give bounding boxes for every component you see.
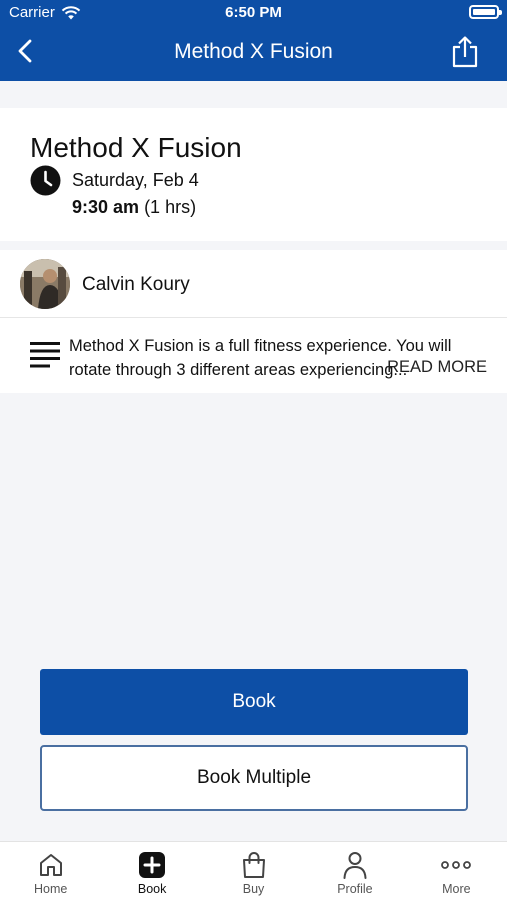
class-title: Method X Fusion <box>30 132 242 163</box>
tab-book-label: Book <box>137 882 167 896</box>
instructor-avatar <box>20 259 70 309</box>
page-title: Method X Fusion <box>174 40 333 63</box>
share-icon <box>452 36 478 68</box>
description-icon <box>30 342 60 368</box>
book-button[interactable]: Book <box>40 669 468 735</box>
read-more-link[interactable]: READ MORE <box>387 358 487 377</box>
tab-home-label: Home <box>34 882 68 896</box>
tab-profile-label: Profile <box>337 882 373 896</box>
person-icon <box>343 852 367 879</box>
tab-more[interactable]: More <box>406 842 507 900</box>
tab-buy-label: Buy <box>242 882 265 896</box>
tab-more-label: More <box>442 882 471 896</box>
class-detail-card: Calvin Koury Method X Fusion is a full f… <box>0 250 507 393</box>
navigation-bar: Method X Fusion <box>0 24 507 81</box>
status-bar: Carrier 6:50 PM <box>0 0 507 24</box>
plus-square-icon <box>139 852 166 878</box>
tab-profile[interactable]: Profile <box>304 842 405 900</box>
class-time: 9:30 am <box>72 197 140 217</box>
class-header-card: Method X Fusion Saturday, Feb 4 9:30 am … <box>0 108 507 241</box>
class-time-line: 9:30 am (1 hrs) <box>72 197 196 218</box>
more-dots-icon <box>441 861 472 869</box>
tab-book[interactable]: Book <box>101 842 202 900</box>
tab-home[interactable]: Home <box>0 842 101 900</box>
class-duration: (1 hrs) <box>144 197 197 217</box>
home-icon <box>39 854 62 876</box>
clock-time: 6:50 PM <box>225 4 282 21</box>
share-button[interactable] <box>449 35 481 69</box>
instructor-name: Calvin Koury <box>82 274 190 295</box>
bottom-tab-bar: Home Book Buy Profile More <box>0 841 507 900</box>
instructor-row[interactable]: Calvin Koury <box>0 250 507 318</box>
battery-icon <box>469 5 502 19</box>
clock-icon <box>30 165 61 196</box>
tab-buy[interactable]: Buy <box>203 842 304 900</box>
book-multiple-button[interactable]: Book Multiple <box>40 745 468 811</box>
class-date: Saturday, Feb 4 <box>72 170 199 190</box>
shopping-bag-icon <box>242 852 265 878</box>
